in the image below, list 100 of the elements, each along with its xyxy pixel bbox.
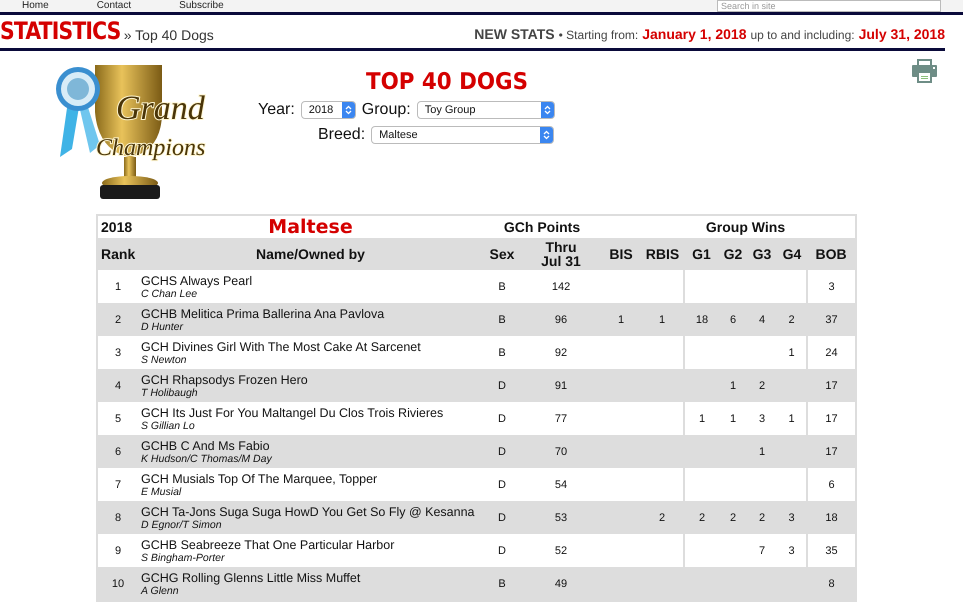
date-label: • Starting from: [558, 27, 638, 44]
wins-cell: 18 [825, 512, 838, 524]
new-stats-label: NEW STATS [474, 25, 555, 43]
nav-link[interactable]: Contact [96, 0, 132, 12]
page-title: STATISTICS [0, 18, 120, 44]
owner-name: D Hunter [141, 320, 184, 332]
owner-name: S Bingham-Porter [141, 552, 226, 564]
sex-cell: B [498, 578, 506, 590]
wins-cell: 2 [788, 314, 795, 326]
rank-cell: 9 [114, 544, 122, 556]
wins-cell: 3 [788, 512, 795, 524]
rank-cell: 10 [112, 578, 124, 590]
column-header: Rank [101, 246, 136, 262]
wins-cell: 6 [828, 478, 835, 490]
breed-label: Breed: [318, 126, 366, 144]
date-label: up to and including: [750, 27, 855, 44]
column-header: RBIS [646, 246, 680, 262]
column-header: G4 [782, 246, 802, 262]
points-cell: 77 [554, 412, 568, 424]
owner-name: A Glenn [141, 584, 180, 596]
nav-link[interactable]: Home [22, 0, 49, 12]
print-icon[interactable] [912, 59, 937, 83]
points-cell: 142 [552, 280, 570, 292]
rank-cell: 2 [114, 314, 122, 326]
wins-cell: 17 [825, 412, 838, 424]
breed-heading: Maltese [268, 216, 353, 238]
wins-cell: 1 [658, 314, 666, 326]
wins-cell: 2 [730, 512, 736, 524]
rank-cell: 4 [114, 380, 122, 392]
points-cell: 49 [554, 578, 568, 590]
group-label: Group: [362, 100, 411, 118]
wins-cell: 4 [758, 314, 766, 326]
points-cell: 96 [554, 314, 568, 326]
breadcrumb-link[interactable]: » Top 40 Dogs [124, 26, 214, 44]
wins-cell: 1 [698, 412, 706, 424]
sex-cell: D [498, 512, 506, 524]
sex-cell: D [498, 380, 506, 392]
rank-cell: 7 [114, 478, 122, 490]
wins-cell: 1 [788, 346, 795, 358]
breed-dropdown[interactable]: Maltese [371, 126, 554, 144]
wins-cell: 3 [828, 280, 835, 292]
table-year: 2018 [101, 219, 132, 235]
page-heading: TOP 40 DOGS [366, 69, 530, 95]
rank-cell: 6 [114, 446, 122, 458]
dog-name[interactable]: GCH Its Just For You Maltangel Du Clos Trois Rivieres [141, 406, 483, 420]
dog-name[interactable]: GCHG Rolling Glenns Little Miss Muffet [141, 570, 483, 584]
rank-cell: 3 [114, 346, 122, 358]
points-cell: 54 [554, 478, 568, 490]
dog-name[interactable]: GCHS Always Pearl [141, 274, 483, 288]
caret-icon [544, 104, 551, 114]
sex-cell: D [498, 446, 506, 458]
year-dropdown[interactable]: 2018 [300, 100, 356, 118]
wins-cell: 17 [825, 446, 838, 458]
wins-cell: 1 [788, 412, 795, 424]
dog-name[interactable]: GCH Divines Girl With The Most Cake At Sarcenet [141, 340, 483, 354]
points-cell: 53 [554, 512, 568, 524]
wins-cell: 1 [730, 412, 736, 424]
owner-name: K Hudson/C Thomas/M Day [141, 452, 274, 464]
year-label: Year: [258, 100, 295, 118]
dog-name[interactable]: GCH Musials Top Of The Marquee, Topper [141, 472, 483, 486]
sex-cell: B [498, 280, 506, 292]
start-date: January 1, 2018 [642, 25, 746, 43]
points-cell: 92 [554, 346, 568, 358]
column-header: BOB [815, 246, 847, 262]
wins-cell: 1 [730, 380, 736, 392]
caret-icon [344, 104, 352, 114]
column-header: G1 [692, 246, 711, 262]
column-header: Name/Owned by [256, 246, 365, 262]
wins-cell: 1 [618, 314, 624, 326]
owner-name: C Chan Lee [141, 288, 198, 300]
search-field[interactable]: Search in site [717, 0, 941, 12]
points-cell: 52 [554, 544, 568, 556]
group-dropdown[interactable]: Toy Group [416, 100, 555, 118]
wins-cell: 2 [758, 512, 766, 524]
column-group-header: Group Wins [706, 219, 786, 235]
wins-cell: 24 [825, 346, 838, 358]
wins-cell: 7 [758, 544, 766, 556]
end-date: July 31, 2018 [858, 25, 945, 43]
wins-cell: 2 [658, 512, 666, 524]
sex-cell: D [498, 478, 506, 490]
owner-name: E Musial [141, 486, 182, 498]
column-header: Thru Jul 31 [540, 240, 582, 268]
sex-cell: D [498, 544, 506, 556]
nav-link[interactable]: Subscribe [179, 0, 224, 12]
column-header: G3 [752, 246, 772, 262]
wins-cell: 1 [758, 446, 766, 458]
dog-name[interactable]: GCH Ta-Jons Suga Suga HowD You Get So Fly @ Kesanna [141, 504, 483, 518]
column-group-header: GCh Points [504, 219, 580, 235]
column-header: BIS [609, 246, 633, 262]
wins-cell: 8 [828, 578, 835, 590]
sex-cell: B [498, 346, 506, 358]
column-header: Sex [490, 246, 514, 262]
owner-name: D Egnor/T Simon [141, 518, 222, 530]
caret-icon [543, 130, 550, 140]
wins-cell: 3 [788, 544, 795, 556]
dog-name[interactable]: GCHB C And Ms Fabio [141, 438, 483, 452]
dog-name[interactable]: GCH Rhapsodys Frozen Hero [141, 372, 483, 386]
dog-name[interactable]: GCHB Melitica Prima Ballerina Ana Pavlova [141, 306, 483, 320]
owner-name: S Gillian Lo [141, 420, 196, 432]
dog-name[interactable]: GCHB Seabreeze That One Particular Harbor [141, 538, 483, 552]
